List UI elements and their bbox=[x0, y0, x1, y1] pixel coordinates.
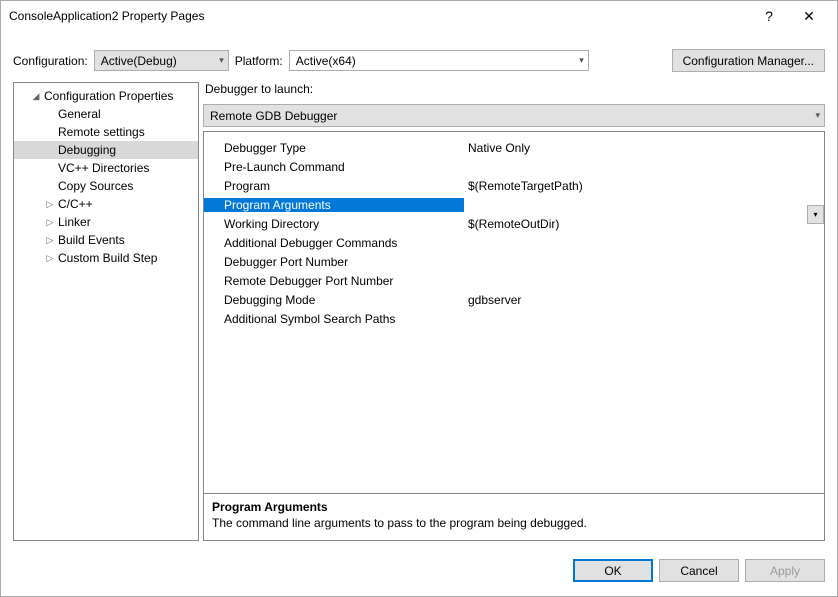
tree-item-label: General bbox=[56, 107, 101, 121]
description-text: The command line arguments to pass to th… bbox=[212, 516, 816, 530]
chevron-down-icon: ▾ bbox=[219, 55, 224, 66]
cancel-button[interactable]: Cancel bbox=[659, 559, 739, 582]
property-name: Additional Symbol Search Paths bbox=[204, 312, 464, 326]
tree-item[interactable]: VC++ Directories bbox=[14, 159, 198, 177]
nav-tree[interactable]: ◢ Configuration Properties General Remote… bbox=[13, 82, 199, 541]
configuration-label: Configuration: bbox=[13, 54, 88, 68]
tree-item[interactable]: ▷C/C++ bbox=[14, 195, 198, 213]
property-value[interactable]: $(RemoteOutDir) bbox=[464, 217, 824, 231]
help-button[interactable]: ? bbox=[749, 8, 789, 24]
expand-icon[interactable]: ▷ bbox=[44, 253, 56, 264]
chevron-down-icon: ▾ bbox=[815, 110, 820, 121]
description-title: Program Arguments bbox=[212, 500, 816, 514]
property-row[interactable]: Program Arguments▾ bbox=[204, 195, 824, 214]
tree-item[interactable]: General bbox=[14, 105, 198, 123]
tree-item[interactable]: Debugging bbox=[14, 141, 198, 159]
property-row[interactable]: Debugger TypeNative Only bbox=[204, 138, 824, 157]
property-value[interactable]: $(RemoteTargetPath) bbox=[464, 179, 824, 193]
tree-item[interactable]: Remote settings bbox=[14, 123, 198, 141]
platform-value: Active(x64) bbox=[296, 54, 356, 68]
property-row[interactable]: Program$(RemoteTargetPath) bbox=[204, 176, 824, 195]
tree-item[interactable]: Copy Sources bbox=[14, 177, 198, 195]
property-row[interactable]: Additional Symbol Search Paths bbox=[204, 309, 824, 328]
configuration-manager-button[interactable]: Configuration Manager... bbox=[672, 49, 825, 72]
property-name: Working Directory bbox=[204, 217, 464, 231]
property-name: Program Arguments bbox=[204, 198, 464, 212]
property-value[interactable]: Native Only bbox=[464, 141, 824, 155]
debugger-launch-label: Debugger to launch: bbox=[203, 82, 825, 100]
property-name: Debugger Port Number bbox=[204, 255, 464, 269]
debugger-launch-combo[interactable]: Remote GDB Debugger ▾ bbox=[203, 104, 825, 127]
tree-item-label: Build Events bbox=[56, 233, 125, 247]
tree-item[interactable]: ▷Build Events bbox=[14, 231, 198, 249]
property-grid[interactable]: Debugger TypeNative OnlyPre-Launch Comma… bbox=[203, 131, 825, 541]
tree-item-label: C/C++ bbox=[56, 197, 93, 211]
tree-item-label: Custom Build Step bbox=[56, 251, 157, 265]
collapse-icon[interactable]: ◢ bbox=[30, 91, 42, 102]
tree-item-label: Linker bbox=[56, 215, 91, 229]
ok-button[interactable]: OK bbox=[573, 559, 653, 582]
platform-combo[interactable]: Active(x64) ▾ bbox=[289, 50, 589, 71]
property-row[interactable]: Remote Debugger Port Number bbox=[204, 271, 824, 290]
window-title: ConsoleApplication2 Property Pages bbox=[9, 9, 749, 23]
platform-label: Platform: bbox=[235, 54, 283, 68]
expand-icon[interactable]: ▷ bbox=[44, 235, 56, 246]
tree-item-label: VC++ Directories bbox=[56, 161, 149, 175]
close-button[interactable]: ✕ bbox=[789, 8, 829, 25]
property-value[interactable]: gdbserver bbox=[464, 293, 824, 307]
property-row[interactable]: Additional Debugger Commands bbox=[204, 233, 824, 252]
configuration-combo[interactable]: Active(Debug) ▾ bbox=[94, 50, 229, 71]
tree-root[interactable]: ◢ Configuration Properties bbox=[14, 87, 198, 105]
property-name: Debugger Type bbox=[204, 141, 464, 155]
tree-item[interactable]: ▷Custom Build Step bbox=[14, 249, 198, 267]
chevron-down-icon: ▾ bbox=[579, 55, 584, 66]
tree-item-label: Remote settings bbox=[56, 125, 145, 139]
description-pane: Program Arguments The command line argum… bbox=[204, 493, 824, 540]
tree-item-label: Copy Sources bbox=[56, 179, 133, 193]
tree-item-label: Debugging bbox=[56, 143, 116, 157]
property-name: Debugging Mode bbox=[204, 293, 464, 307]
property-row[interactable]: Debugger Port Number bbox=[204, 252, 824, 271]
property-name: Program bbox=[204, 179, 464, 193]
tree-item[interactable]: ▷Linker bbox=[14, 213, 198, 231]
expand-icon[interactable]: ▷ bbox=[44, 199, 56, 210]
property-row[interactable]: Pre-Launch Command bbox=[204, 157, 824, 176]
property-row[interactable]: Debugging Modegdbserver bbox=[204, 290, 824, 309]
configuration-value: Active(Debug) bbox=[101, 54, 177, 68]
apply-button: Apply bbox=[745, 559, 825, 582]
expand-icon[interactable]: ▷ bbox=[44, 217, 56, 228]
property-row[interactable]: Working Directory$(RemoteOutDir) bbox=[204, 214, 824, 233]
debugger-launch-value: Remote GDB Debugger bbox=[210, 109, 337, 123]
property-name: Additional Debugger Commands bbox=[204, 236, 464, 250]
property-name: Remote Debugger Port Number bbox=[204, 274, 464, 288]
dropdown-icon[interactable]: ▾ bbox=[807, 205, 824, 224]
property-name: Pre-Launch Command bbox=[204, 160, 464, 174]
